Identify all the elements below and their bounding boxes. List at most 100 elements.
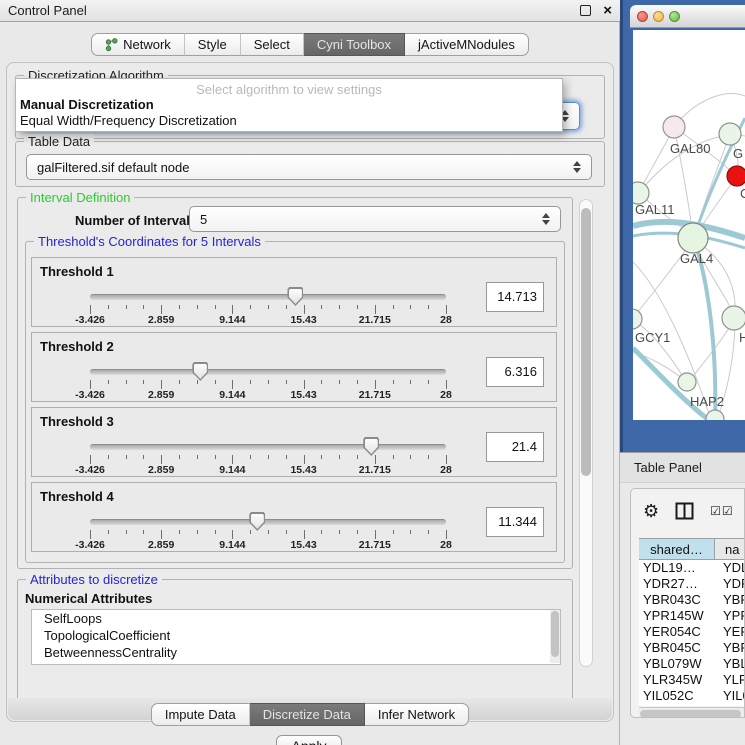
column-header-shared[interactable]: shared… [639,539,715,559]
network-window-titlebar [630,5,745,28]
list-item[interactable]: BetweennessCentrality [32,644,560,661]
threshold-coordinates-group-title: Threshold's Coordinates for 5 Intervals [34,234,265,249]
threshold-card: Threshold 2 -3.4262.8599.14415.4321.7152… [31,332,557,402]
slider-track[interactable] [90,444,446,450]
apply-button[interactable]: Apply [276,735,342,745]
cell-shared-name: YPR145W [639,608,715,624]
tab-infer-network[interactable]: Infer Network [365,703,469,726]
cell-shared-name: YDR27… [639,576,715,592]
tab-impute-data-label: Impute Data [165,704,236,725]
tab-style-label: Style [198,34,227,55]
numerical-attributes-label: Numerical Attributes [25,591,152,606]
table-panel-header: Table Panel [620,452,745,483]
table-row[interactable]: YLR345W YLR3 [639,672,745,688]
cell-name: YPR1 [715,608,745,624]
table-row[interactable]: YDR27… YDR2 [639,576,745,592]
top-tab-bar: Network Style Select Cyni Toolbox jActiv… [0,33,620,56]
list-item[interactable]: TopologicalCoefficient [32,627,560,644]
table-horizontal-scrollbar[interactable] [639,707,745,718]
table-row[interactable]: YER054C YER0 [639,624,745,640]
tab-jactivemnodules-label: jActiveMNodules [418,34,515,55]
close-icon[interactable]: × [603,5,612,16]
slider-track[interactable] [90,294,446,300]
slider-track[interactable] [90,519,446,525]
network-tab-icon [105,38,118,52]
threshold-slider[interactable]: -3.4262.8599.14415.4321.71528 [90,333,446,403]
tab-cyni-toolbox[interactable]: Cyni Toolbox [304,33,405,56]
close-traffic-light-icon[interactable] [637,11,648,22]
split-columns-icon[interactable] [675,502,694,520]
threshold-value-field[interactable]: 14.713 [486,282,544,312]
table-row[interactable]: YBR043C YBR0 [639,592,745,608]
minimize-traffic-light-icon[interactable] [653,11,664,22]
slider-handle[interactable] [249,512,265,531]
threshold-list: Threshold 1 -3.4262.8599.14415.4321.7152… [31,257,557,557]
number-of-intervals-value: 5 [200,212,207,227]
network-node-label: C [740,186,745,201]
threshold-slider[interactable]: -3.4262.8599.14415.4321.71528 [90,408,446,478]
tab-impute-data[interactable]: Impute Data [151,703,250,726]
slider-handle[interactable] [192,362,208,381]
tab-jactivemnodules[interactable]: jActiveMNodules [405,33,529,56]
network-node-label: GCY1 [635,330,670,345]
tab-cyni-toolbox-label: Cyni Toolbox [317,34,391,55]
algorithm-option-equal-width[interactable]: Equal Width/Frequency Discretization [16,113,562,129]
table-row[interactable]: YIL052C YIL0 [639,688,745,704]
numerical-attributes-list[interactable]: SelfLoopsTopologicalCoefficientBetweenne… [31,609,561,665]
slider-ticks [90,380,446,389]
threshold-slider[interactable]: -3.4262.8599.14415.4321.71528 [90,483,446,553]
combo-stepper-icon [573,161,581,173]
network-node [727,166,745,186]
tab-discretize-data[interactable]: Discretize Data [250,703,365,726]
zoom-traffic-light-icon[interactable] [669,11,680,22]
pane-scrollbar[interactable] [579,199,593,667]
tab-infer-network-label: Infer Network [378,704,455,725]
gear-icon[interactable]: ⚙ [643,502,659,520]
table-scrollbar-thumb[interactable] [640,710,741,718]
cyni-toolbox-pane: Discretization Algorithm Table Data galF… [6,62,614,722]
threshold-value-field[interactable]: 21.4 [486,432,544,462]
slider-handle[interactable] [363,437,379,456]
checkbox-icons[interactable]: ☑☑ [710,504,734,518]
float-window-icon[interactable] [580,5,591,16]
slider-handle[interactable] [287,287,303,306]
slider-ticks [90,305,446,314]
table-row[interactable]: YDL19… YDL1 [639,560,745,576]
network-svg: GAL80GCGAL11GAL4GCY1HHAP2 [633,30,745,420]
algorithm-option-manual[interactable]: Manual Discretization [16,97,562,113]
number-of-intervals-combobox[interactable]: 5 [189,206,561,232]
table-row[interactable]: YBL079W YBL0 [639,656,745,672]
tab-select[interactable]: Select [241,33,304,56]
table-row[interactable]: YPR145W YPR1 [639,608,745,624]
cell-shared-name: YER054C [639,624,715,640]
tab-discretize-data-label: Discretize Data [263,704,351,725]
table-row[interactable]: YBR045C YBR0 [639,640,745,656]
threshold-value-field[interactable]: 6.316 [486,357,544,387]
cell-name: YDR2 [715,576,745,592]
network-node [663,116,685,138]
control-panel-titlebar: Control Panel × [0,0,620,22]
pane-scrollbar-thumb[interactable] [581,208,591,476]
network-node [633,309,642,329]
cell-shared-name: YLR345W [639,672,715,688]
slider-track[interactable] [90,369,446,375]
network-canvas[interactable]: GAL80GCGAL11GAL4GCY1HHAP2 [633,30,745,420]
table-data-combobox[interactable]: galFiltered.sif default node [26,154,592,180]
threshold-slider[interactable]: -3.4262.8599.14415.4321.71528 [90,258,446,328]
list-scrollbar[interactable] [550,610,560,663]
threshold-card: Threshold 4 -3.4262.8599.14415.4321.7152… [31,482,557,552]
window-title: Control Panel [8,3,87,18]
cell-name: YBR0 [715,592,745,608]
network-node-label: GAL11 [635,202,675,217]
number-of-intervals-label: Number of Intervals [75,213,197,228]
tab-network[interactable]: Network [91,33,185,56]
network-node [678,373,696,391]
tab-style[interactable]: Style [185,33,241,56]
column-header-name[interactable]: na [715,539,745,559]
cell-name: YBR0 [715,640,745,656]
network-node-label: GAL4 [680,251,713,266]
list-item[interactable]: SelfLoops [32,610,560,627]
screen: Control Panel × Network Style Se [0,0,745,745]
table-panel: ⚙ ☑☑ shared… na YDL19… YDL1 YDR27… YDR2 [630,488,745,718]
threshold-value-field[interactable]: 11.344 [486,507,544,537]
